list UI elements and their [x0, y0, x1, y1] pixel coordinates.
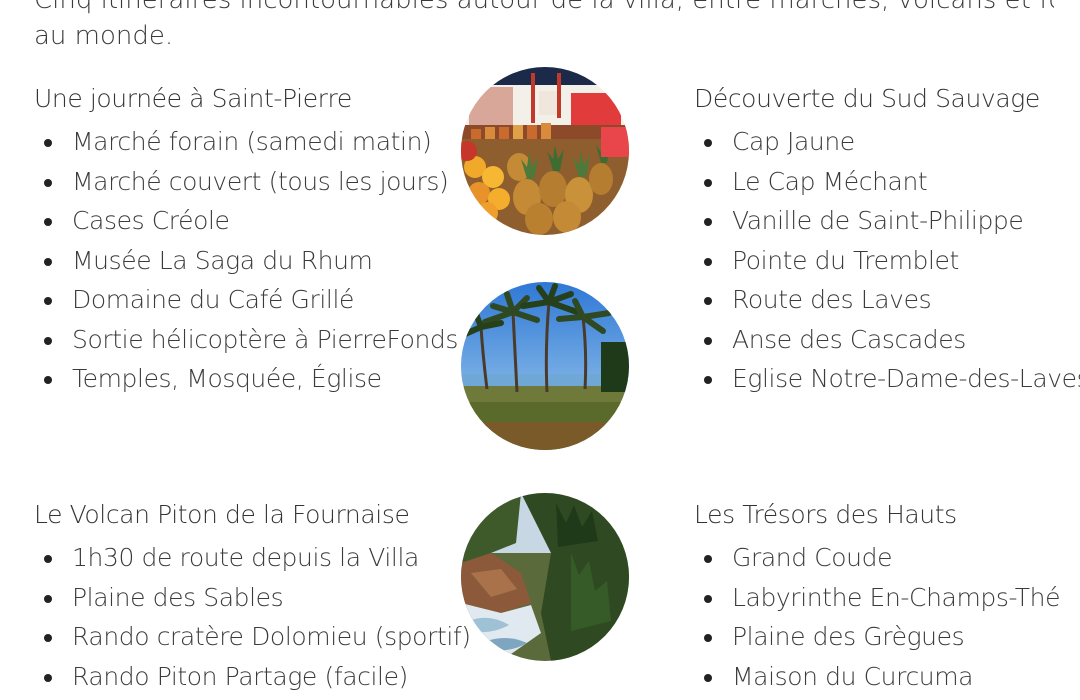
list-item: Eglise Notre-Dame-des-Laves — [694, 359, 1080, 399]
item-list: Grand Coude Labyrinthe En-Champs-Thé Pla… — [694, 538, 1061, 697]
list-item: Route des Laves — [694, 280, 1080, 320]
palm-beach-photo — [461, 282, 629, 450]
section-volcan: Le Volcan Piton de la Fournaise 1h30 de … — [34, 499, 471, 696]
list-item: Cap Jaune — [694, 122, 1080, 162]
intro-line-end: au monde. — [34, 21, 174, 51]
list-item: Domaine du Café Grillé — [34, 280, 458, 320]
section-hauts: Les Trésors des Hauts Grand Coude Labyri… — [694, 499, 1061, 697]
section-sud-sauvage: Découverte du Sud Sauvage Cap Jaune Le C… — [694, 83, 1080, 399]
item-list: 1h30 de route depuis la Villa Plaine des… — [34, 538, 471, 696]
list-item: Musée La Saga du Rhum — [34, 241, 458, 281]
section-title: Les Trésors des Hauts — [694, 500, 957, 529]
section-title: Le Volcan Piton de la Fournaise — [34, 500, 410, 529]
list-item: Marché couvert (tous les jours) — [34, 162, 458, 202]
list-item: Plaine des Grègues — [694, 617, 1060, 657]
list-item: Temples, Mosquée, Église — [34, 359, 458, 399]
list-item: Sortie hélicoptère à PierreFonds — [34, 320, 458, 360]
list-item: Rando cratère Dolomieu (sportif) — [34, 617, 471, 657]
list-item: Marché forain (samedi matin) — [34, 122, 458, 162]
market-fruits-photo — [461, 67, 629, 235]
item-list: Marché forain (samedi matin) Marché couv… — [34, 122, 458, 399]
list-item: Vanille de Saint-Philippe — [694, 201, 1080, 241]
section-saint-pierre: Une journée à Saint-Pierre Marché forain… — [34, 83, 458, 399]
intro-line-cut: Cinq itinéraires incontournables autour … — [34, 0, 1054, 15]
list-item: Labyrinthe En-Champs-Thé — [694, 578, 1061, 618]
list-item: Maison du Curcuma — [694, 657, 1060, 697]
list-item: Pointe du Tremblet — [694, 241, 1080, 281]
section-title: Découverte du Sud Sauvage — [694, 84, 1040, 113]
section-title: Une journée à Saint-Pierre — [34, 84, 352, 113]
list-item: Le Cap Méchant — [694, 162, 1080, 202]
intro-paragraph: Cinq itinéraires incontournables autour … — [34, 0, 1054, 54]
list-item: Plaine des Sables — [34, 578, 471, 618]
list-item: Grand Coude — [694, 538, 1060, 578]
item-list: Cap Jaune Le Cap Méchant Vanille de Sain… — [694, 122, 1080, 399]
coastal-cliff-photo — [461, 493, 629, 661]
list-item: Anse des Cascades — [694, 320, 1080, 360]
list-item: Cases Créole — [34, 201, 458, 241]
list-item: 1h30 de route depuis la Villa — [34, 538, 471, 578]
list-item: Rando Piton Partage (facile) — [34, 657, 471, 697]
